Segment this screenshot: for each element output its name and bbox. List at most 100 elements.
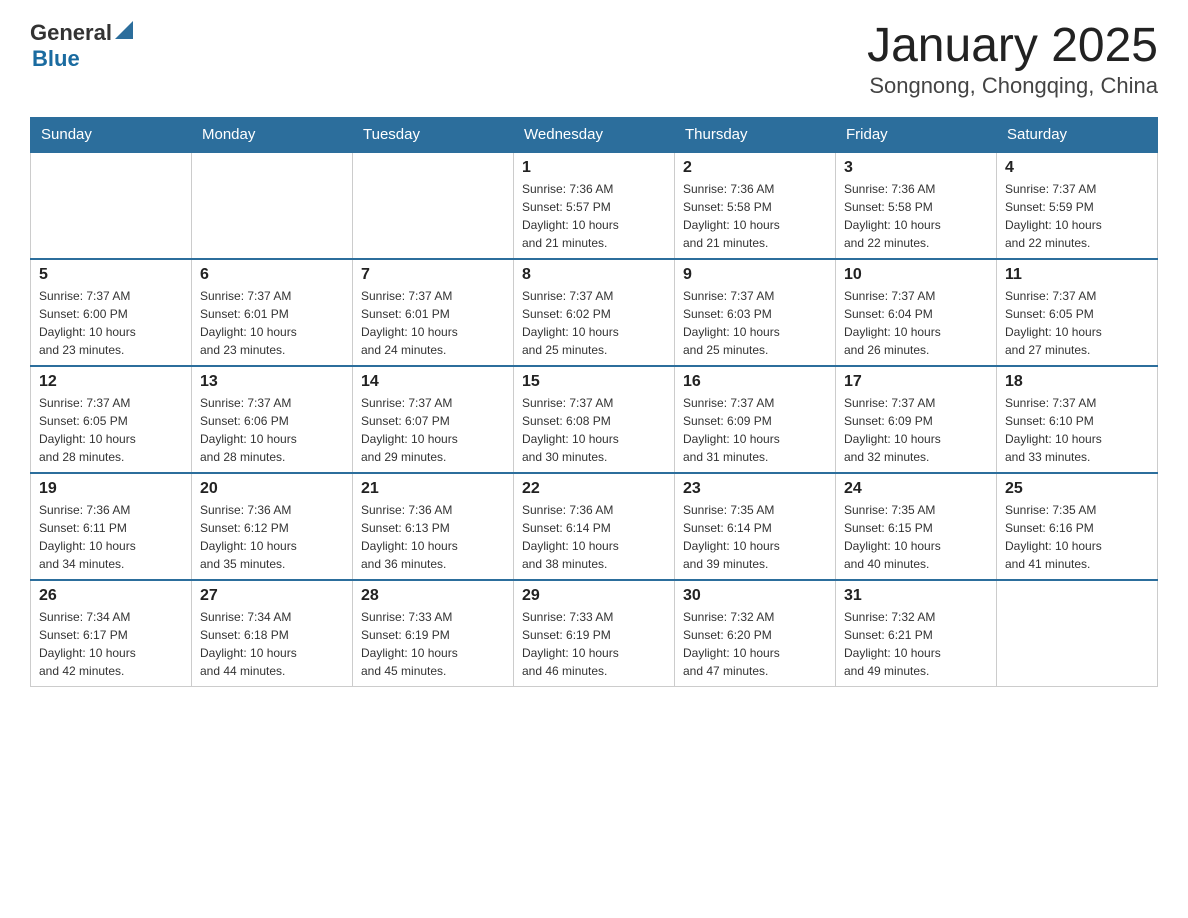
weekday-header-sunday: Sunday xyxy=(31,117,192,152)
calendar-cell: 26Sunrise: 7:34 AM Sunset: 6:17 PM Dayli… xyxy=(31,580,192,687)
weekday-header-wednesday: Wednesday xyxy=(514,117,675,152)
day-number: 30 xyxy=(683,587,827,605)
page-header: General Blue January 2025 Songnong, Chon… xyxy=(30,20,1158,99)
calendar-cell: 21Sunrise: 7:36 AM Sunset: 6:13 PM Dayli… xyxy=(353,473,514,580)
day-number: 4 xyxy=(1005,159,1149,177)
day-number: 19 xyxy=(39,480,183,498)
calendar-cell: 23Sunrise: 7:35 AM Sunset: 6:14 PM Dayli… xyxy=(675,473,836,580)
day-info: Sunrise: 7:37 AM Sunset: 6:04 PM Dayligh… xyxy=(844,287,988,359)
day-number: 9 xyxy=(683,266,827,284)
day-number: 17 xyxy=(844,373,988,391)
week-row-2: 5 Sunrise: 7:37 AM Sunset: 6:00 PM Daylig… xyxy=(31,259,1158,366)
day-info: Sunrise: 7:32 AM Sunset: 6:21 PM Dayligh… xyxy=(844,608,988,680)
day-info: Sunrise: 7:36 AM Sunset: 6:14 PM Dayligh… xyxy=(522,501,666,573)
weekday-header-friday: Friday xyxy=(836,117,997,152)
calendar-table: SundayMondayTuesdayWednesdayThursdayFrid… xyxy=(30,117,1158,687)
day-number: 8 xyxy=(522,266,666,284)
week-row-3: 12 Sunrise: 7:37 AM Sunset: 6:05 PM Dayli… xyxy=(31,366,1158,473)
calendar-subtitle: Songnong, Chongqing, China xyxy=(867,73,1158,99)
day-number: 16 xyxy=(683,373,827,391)
day-info: Sunrise: 7:37 AM Sunset: 6:09 PM Dayligh… xyxy=(844,394,988,466)
calendar-cell: 14 Sunrise: 7:37 AM Sunset: 6:07 PM Dayli… xyxy=(353,366,514,473)
day-info: Sunrise: 7:34 AM Sunset: 6:17 PM Dayligh… xyxy=(39,608,183,680)
calendar-cell: 4Sunrise: 7:37 AM Sunset: 5:59 PM Daylig… xyxy=(997,152,1158,259)
calendar-cell: 10 Sunrise: 7:37 AM Sunset: 6:04 PM Dayli… xyxy=(836,259,997,366)
calendar-cell: 17 Sunrise: 7:37 AM Sunset: 6:09 PM Dayli… xyxy=(836,366,997,473)
calendar-cell: 1 Sunrise: 7:36 AM Sunset: 5:57 PM Daylig… xyxy=(514,152,675,259)
calendar-cell: 19 Sunrise: 7:36 AM Sunset: 6:11 PM Dayli… xyxy=(31,473,192,580)
day-number: 18 xyxy=(1005,373,1149,391)
week-row-5: 26Sunrise: 7:34 AM Sunset: 6:17 PM Dayli… xyxy=(31,580,1158,687)
day-info: Sunrise: 7:34 AM Sunset: 6:18 PM Dayligh… xyxy=(200,608,344,680)
title-block: January 2025 Songnong, Chongqing, China xyxy=(867,20,1158,99)
day-info: Sunrise: 7:37 AM Sunset: 6:06 PM Dayligh… xyxy=(200,394,344,466)
calendar-cell xyxy=(997,580,1158,687)
calendar-cell: 31 Sunrise: 7:32 AM Sunset: 6:21 PM Dayli… xyxy=(836,580,997,687)
day-number: 10 xyxy=(844,266,988,284)
weekday-header-thursday: Thursday xyxy=(675,117,836,152)
logo-text-blue: Blue xyxy=(32,46,80,71)
day-number: 6 xyxy=(200,266,344,284)
day-info: Sunrise: 7:33 AM Sunset: 6:19 PM Dayligh… xyxy=(361,608,505,680)
day-info: Sunrise: 7:37 AM Sunset: 6:03 PM Dayligh… xyxy=(683,287,827,359)
day-number: 15 xyxy=(522,373,666,391)
calendar-cell: 27 Sunrise: 7:34 AM Sunset: 6:18 PM Dayli… xyxy=(192,580,353,687)
day-number: 25 xyxy=(1005,480,1149,498)
day-info: Sunrise: 7:36 AM Sunset: 5:58 PM Dayligh… xyxy=(683,180,827,252)
week-row-1: 1 Sunrise: 7:36 AM Sunset: 5:57 PM Daylig… xyxy=(31,152,1158,259)
day-number: 12 xyxy=(39,373,183,391)
day-number: 24 xyxy=(844,480,988,498)
week-row-4: 19 Sunrise: 7:36 AM Sunset: 6:11 PM Dayli… xyxy=(31,473,1158,580)
day-number: 7 xyxy=(361,266,505,284)
day-info: Sunrise: 7:37 AM Sunset: 6:00 PM Dayligh… xyxy=(39,287,183,359)
logo: General Blue xyxy=(30,20,133,72)
day-number: 31 xyxy=(844,587,988,605)
weekday-header-row: SundayMondayTuesdayWednesdayThursdayFrid… xyxy=(31,117,1158,152)
day-info: Sunrise: 7:37 AM Sunset: 6:01 PM Dayligh… xyxy=(200,287,344,359)
day-number: 14 xyxy=(361,373,505,391)
day-info: Sunrise: 7:37 AM Sunset: 6:01 PM Dayligh… xyxy=(361,287,505,359)
weekday-header-saturday: Saturday xyxy=(997,117,1158,152)
weekday-header-tuesday: Tuesday xyxy=(353,117,514,152)
day-info: Sunrise: 7:35 AM Sunset: 6:15 PM Dayligh… xyxy=(844,501,988,573)
day-info: Sunrise: 7:37 AM Sunset: 6:05 PM Dayligh… xyxy=(1005,287,1149,359)
day-info: Sunrise: 7:35 AM Sunset: 6:16 PM Dayligh… xyxy=(1005,501,1149,573)
calendar-title: January 2025 xyxy=(867,20,1158,73)
day-number: 11 xyxy=(1005,266,1149,284)
calendar-cell: 20Sunrise: 7:36 AM Sunset: 6:12 PM Dayli… xyxy=(192,473,353,580)
day-info: Sunrise: 7:36 AM Sunset: 6:11 PM Dayligh… xyxy=(39,501,183,573)
calendar-cell: 9 Sunrise: 7:37 AM Sunset: 6:03 PM Daylig… xyxy=(675,259,836,366)
day-info: Sunrise: 7:37 AM Sunset: 6:10 PM Dayligh… xyxy=(1005,394,1149,466)
day-info: Sunrise: 7:37 AM Sunset: 6:02 PM Dayligh… xyxy=(522,287,666,359)
calendar-cell: 22 Sunrise: 7:36 AM Sunset: 6:14 PM Dayli… xyxy=(514,473,675,580)
calendar-cell: 6 Sunrise: 7:37 AM Sunset: 6:01 PM Daylig… xyxy=(192,259,353,366)
calendar-cell: 2 Sunrise: 7:36 AM Sunset: 5:58 PM Daylig… xyxy=(675,152,836,259)
day-info: Sunrise: 7:37 AM Sunset: 6:05 PM Dayligh… xyxy=(39,394,183,466)
calendar-cell: 8 Sunrise: 7:37 AM Sunset: 6:02 PM Daylig… xyxy=(514,259,675,366)
calendar-cell xyxy=(353,152,514,259)
day-number: 13 xyxy=(200,373,344,391)
calendar-cell: 30 Sunrise: 7:32 AM Sunset: 6:20 PM Dayli… xyxy=(675,580,836,687)
day-info: Sunrise: 7:33 AM Sunset: 6:19 PM Dayligh… xyxy=(522,608,666,680)
day-info: Sunrise: 7:36 AM Sunset: 6:12 PM Dayligh… xyxy=(200,501,344,573)
calendar-cell: 3Sunrise: 7:36 AM Sunset: 5:58 PM Daylig… xyxy=(836,152,997,259)
calendar-cell: 25 Sunrise: 7:35 AM Sunset: 6:16 PM Dayli… xyxy=(997,473,1158,580)
day-number: 1 xyxy=(522,159,666,177)
day-info: Sunrise: 7:32 AM Sunset: 6:20 PM Dayligh… xyxy=(683,608,827,680)
day-number: 22 xyxy=(522,480,666,498)
day-number: 5 xyxy=(39,266,183,284)
calendar-cell: 13 Sunrise: 7:37 AM Sunset: 6:06 PM Dayli… xyxy=(192,366,353,473)
calendar-cell: 11 Sunrise: 7:37 AM Sunset: 6:05 PM Dayli… xyxy=(997,259,1158,366)
day-number: 28 xyxy=(361,587,505,605)
logo-triangle-icon xyxy=(115,21,133,39)
day-info: Sunrise: 7:37 AM Sunset: 6:07 PM Dayligh… xyxy=(361,394,505,466)
day-number: 27 xyxy=(200,587,344,605)
calendar-cell: 5 Sunrise: 7:37 AM Sunset: 6:00 PM Daylig… xyxy=(31,259,192,366)
day-number: 2 xyxy=(683,159,827,177)
day-info: Sunrise: 7:36 AM Sunset: 5:57 PM Dayligh… xyxy=(522,180,666,252)
day-number: 21 xyxy=(361,480,505,498)
calendar-cell: 12 Sunrise: 7:37 AM Sunset: 6:05 PM Dayli… xyxy=(31,366,192,473)
day-info: Sunrise: 7:35 AM Sunset: 6:14 PM Dayligh… xyxy=(683,501,827,573)
calendar-cell: 15Sunrise: 7:37 AM Sunset: 6:08 PM Dayli… xyxy=(514,366,675,473)
calendar-cell xyxy=(31,152,192,259)
